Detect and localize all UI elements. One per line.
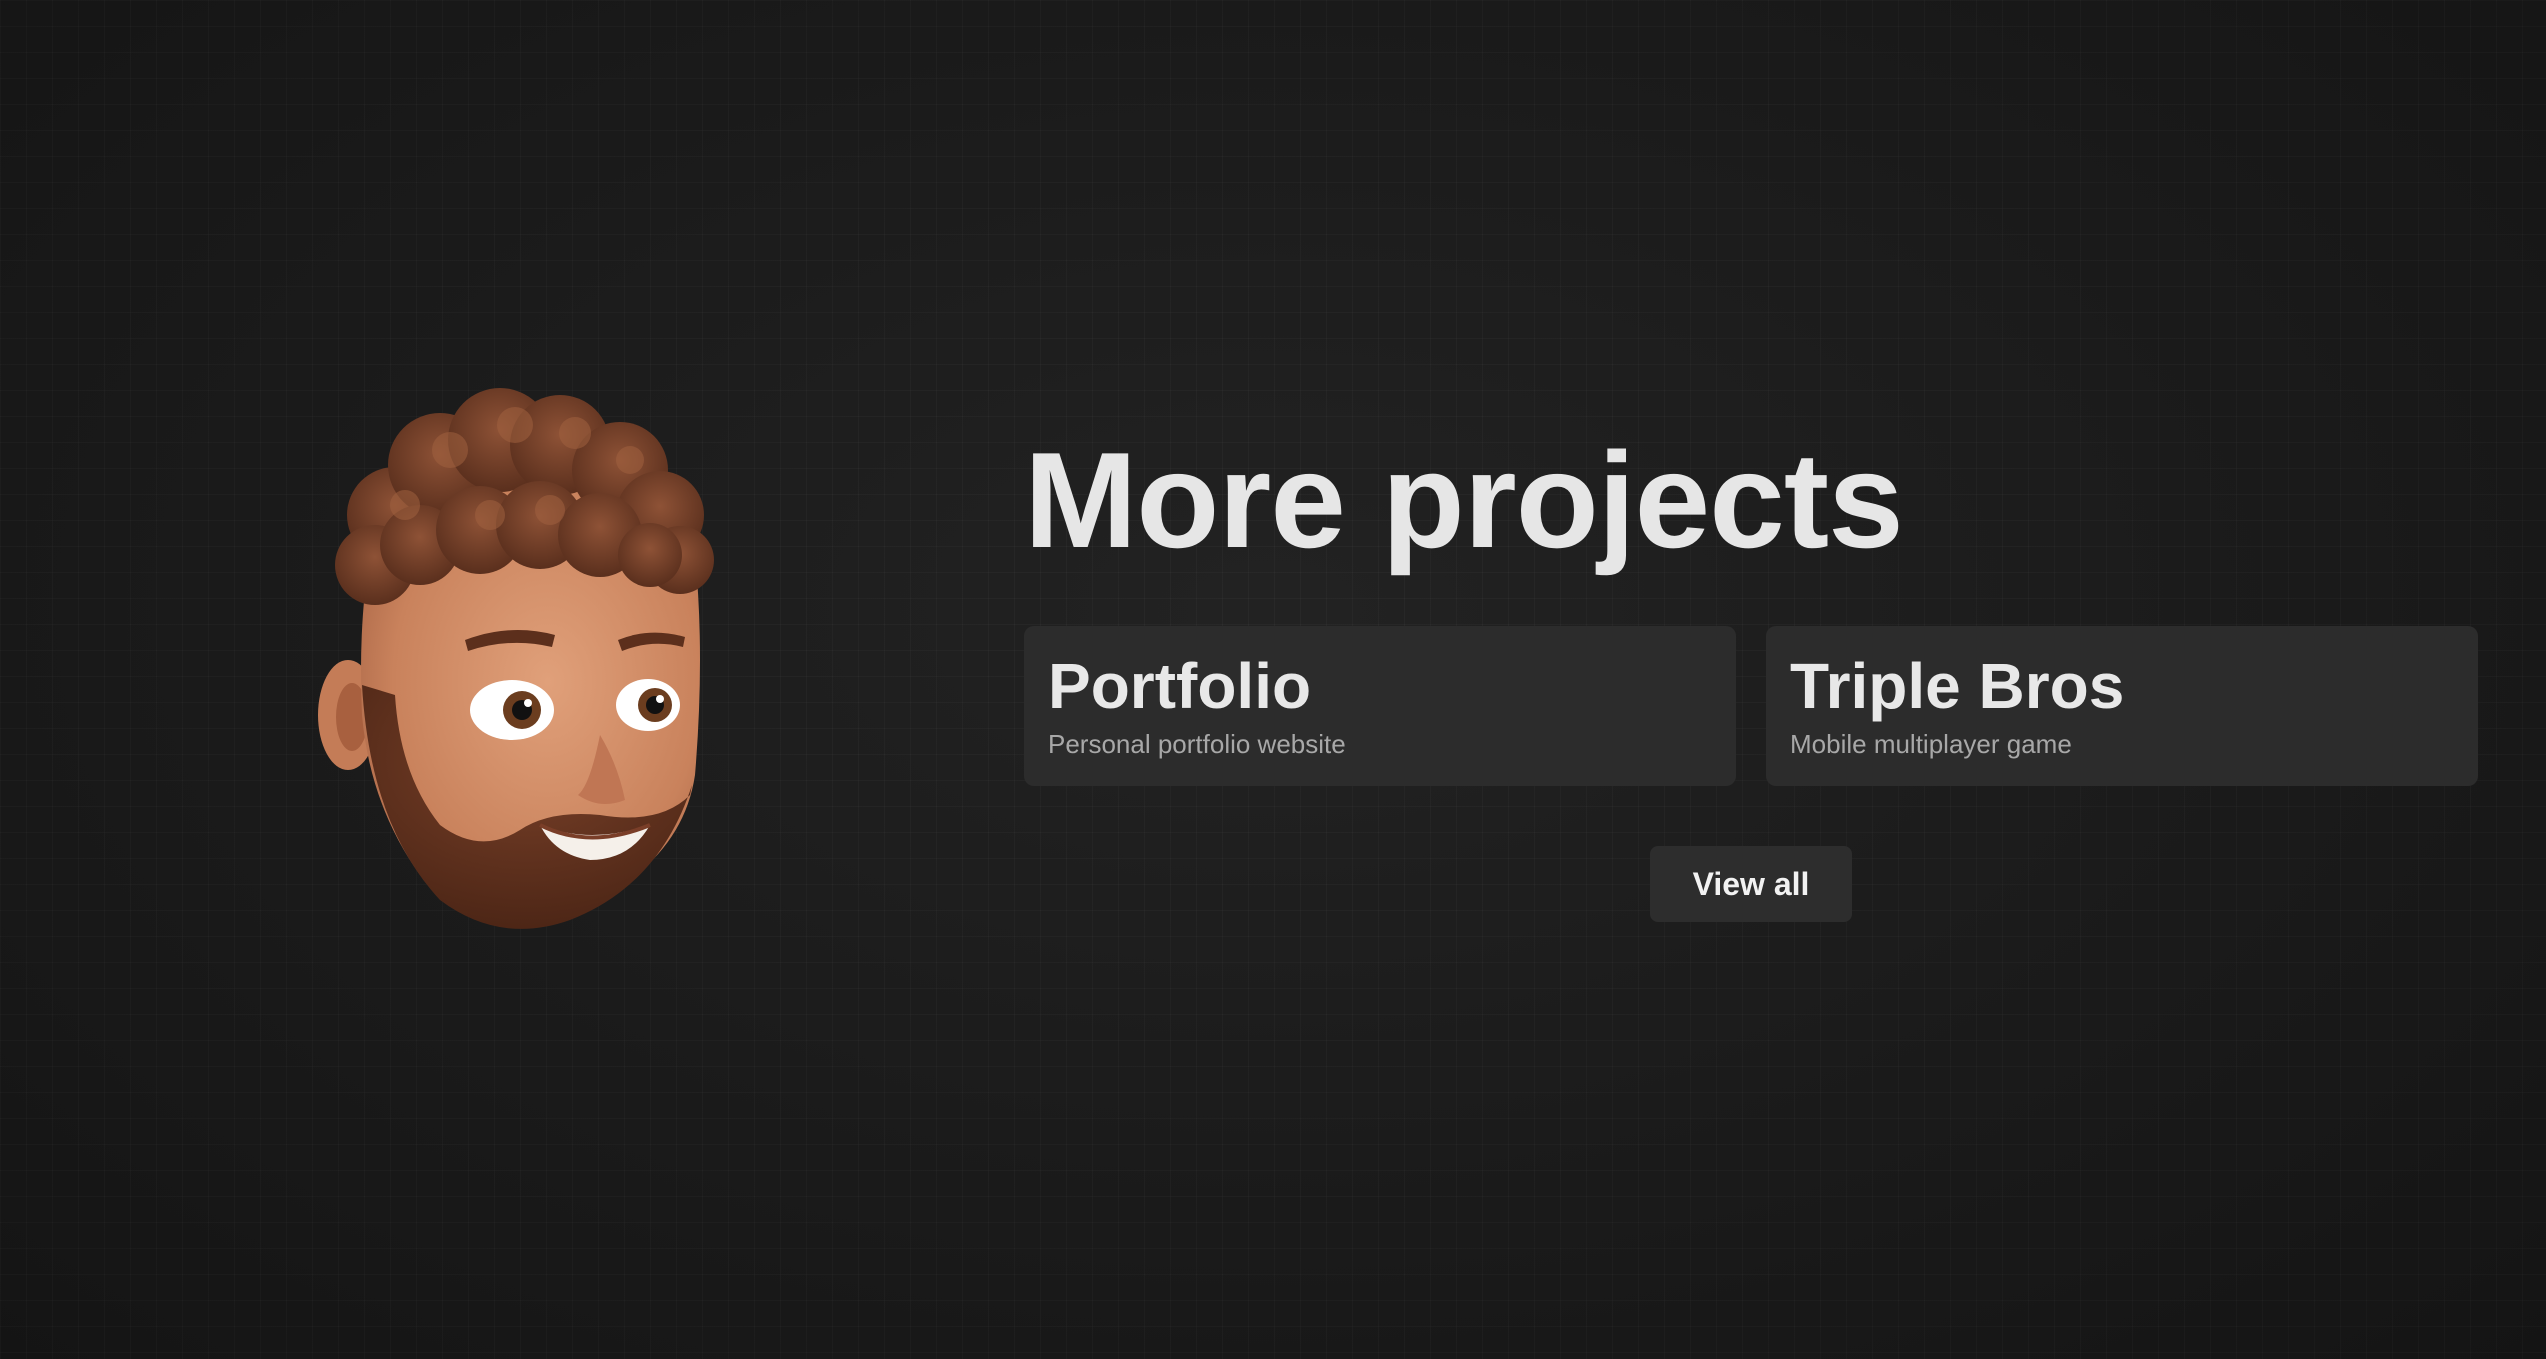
section-title: More projects xyxy=(1024,424,1904,576)
project-subtitle: Mobile multiplayer game xyxy=(1790,729,2072,759)
project-title: Portfolio xyxy=(1048,650,1312,722)
project-title: Triple Bros xyxy=(1790,650,2125,722)
project-subtitle: Personal portfolio website xyxy=(1048,729,1346,759)
projects-page: More projects Portfolio Personal portfol… xyxy=(0,0,2546,1359)
avatar xyxy=(318,388,714,929)
project-card-portfolio[interactable]: Portfolio Personal portfolio website xyxy=(1024,626,1736,786)
project-card-triple-bros[interactable]: Triple Bros Mobile multiplayer game xyxy=(1766,626,2478,786)
view-all-button[interactable]: View all xyxy=(1650,846,1852,922)
